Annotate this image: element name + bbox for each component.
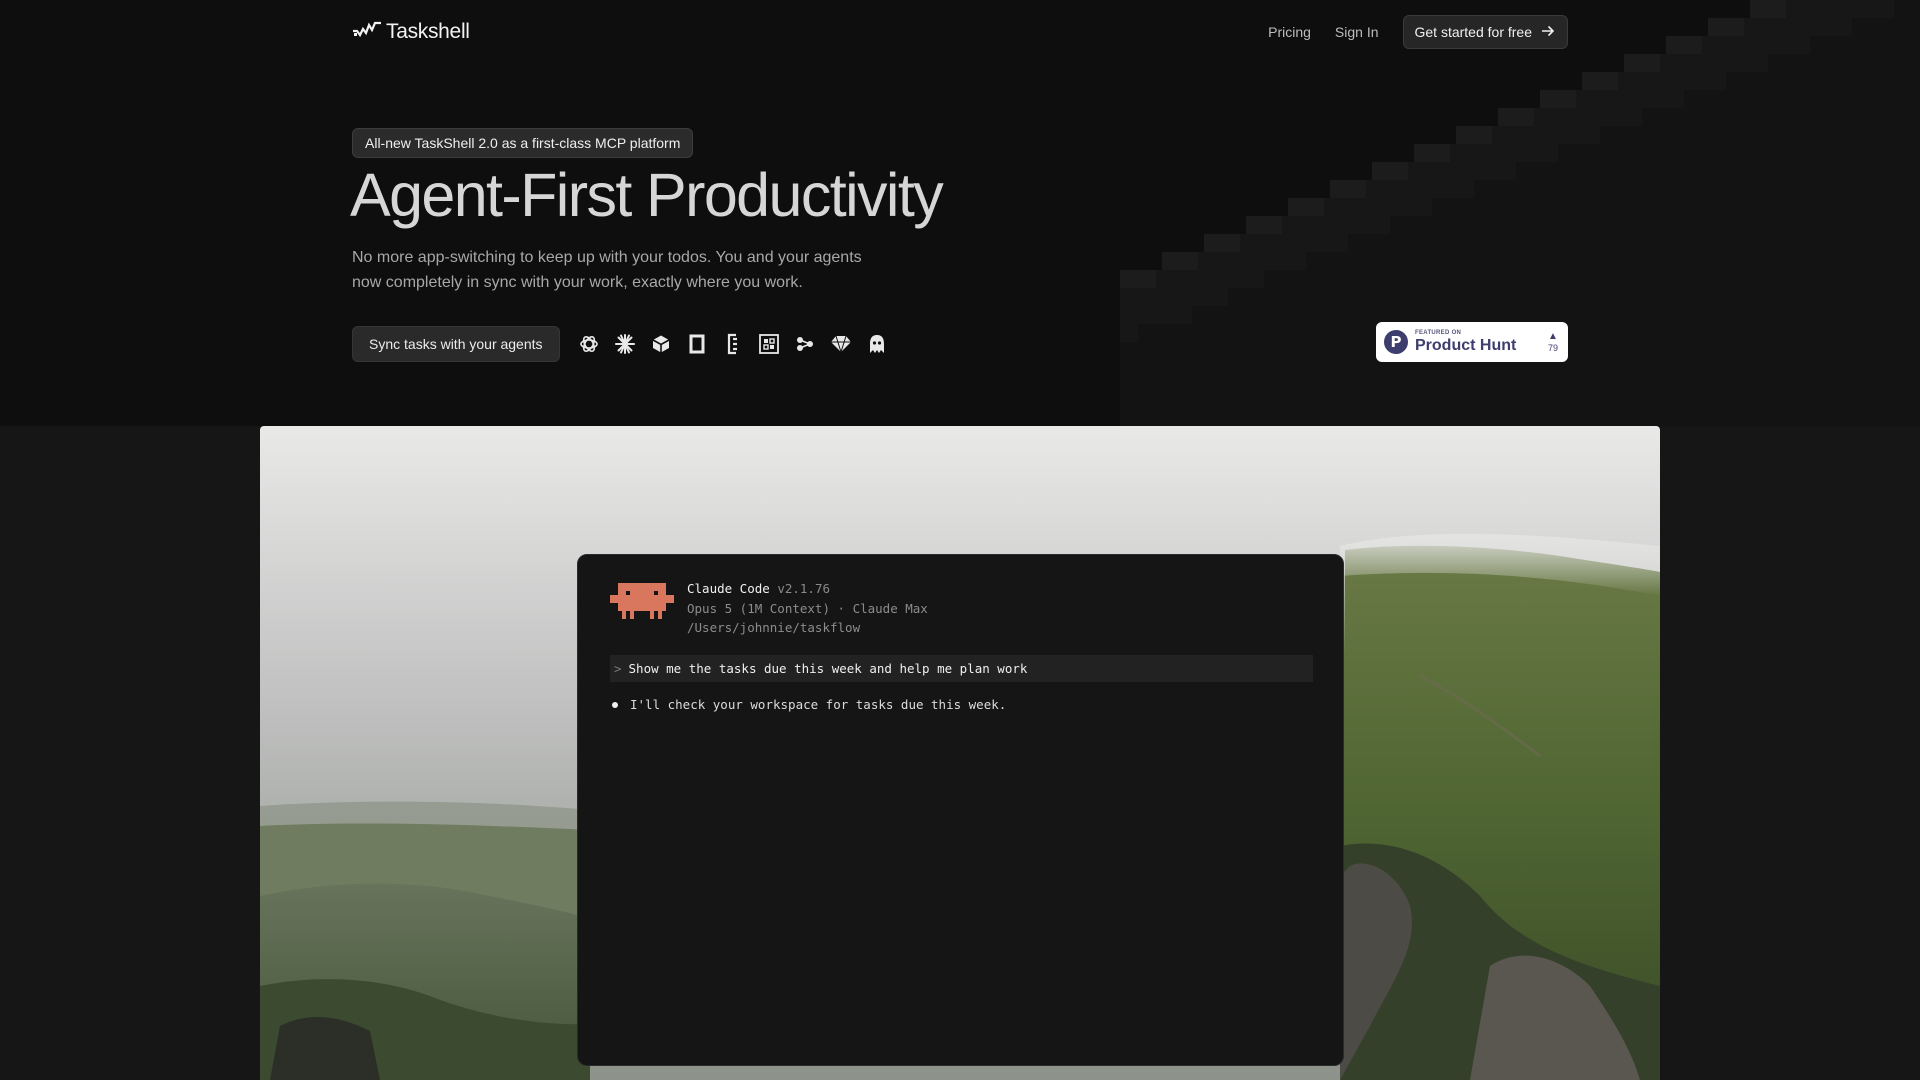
product-hunt-text: FEATURED ON Product Hunt [1415, 330, 1516, 354]
prompt-caret: > [614, 661, 622, 676]
product-hunt-logo: P [1384, 330, 1408, 354]
arrow-right-icon [1541, 24, 1555, 40]
nav-link-pricing[interactable]: Pricing [1268, 24, 1311, 40]
claude-mascot-icon [610, 583, 674, 619]
terminal-model: Opus 5 (1M Context) · Claude Max [687, 600, 928, 616]
product-hunt-featured: FEATURED ON [1415, 330, 1462, 336]
grid-icon[interactable] [758, 333, 780, 355]
square-icon[interactable] [686, 333, 708, 355]
terminal-meta: Claude Code v2.1.76 Opus 5 (1M Context) … [687, 579, 928, 638]
hero-subtitle: No more app-switching to keep up with yo… [352, 245, 912, 295]
product-hunt-name: Product Hunt [1415, 337, 1517, 354]
cube-icon[interactable] [650, 333, 672, 355]
prompt-text: Show me the tasks due this week and help… [628, 661, 1028, 676]
bracket-icon[interactable] [722, 333, 744, 355]
brand[interactable]: Taskshell [352, 20, 470, 44]
terminal-path: /Users/johnnie/taskflow [687, 620, 861, 635]
sync-tasks-button[interactable]: Sync tasks with your agents [352, 326, 560, 362]
announcement-badge-label: All-new TaskShell 2.0 as a first-class M… [365, 135, 681, 151]
diamond-icon[interactable] [830, 333, 852, 355]
terminal-prompt[interactable]: > Show me the tasks due this week and he… [610, 655, 1313, 682]
hero-subtitle-line: now completely in sync with your work, e… [352, 274, 803, 291]
get-started-button[interactable]: Get started for free [1402, 15, 1568, 49]
product-hunt-votes: ▲ 79 [1547, 330, 1558, 353]
nav-link-sign-in[interactable]: Sign In [1335, 24, 1379, 40]
reply-bullet-icon [612, 701, 618, 708]
ghost-icon[interactable] [866, 333, 888, 355]
terminal-reply: I'll check your workspace for tasks due … [610, 697, 1006, 712]
nav-actions: Pricing Sign In Get started for free [1268, 15, 1568, 49]
claude-icon[interactable] [614, 333, 636, 355]
terminal-header: Claude Code v2.1.76 Opus 5 (1M Context) … [610, 579, 928, 638]
check-wave-icon [352, 21, 382, 44]
reply-text: I'll check your workspace for tasks due … [630, 697, 1007, 712]
hero-title: Agent-First Productivity [350, 161, 944, 229]
brand-name: Taskshell [386, 20, 470, 43]
nodes-icon[interactable] [794, 333, 816, 355]
terminal-version: v2.1.76 [777, 581, 831, 596]
hero-section [0, 0, 1920, 426]
upvote-triangle-icon: ▲ [1548, 330, 1558, 342]
terminal-app-name: Claude Code [687, 581, 770, 596]
get-started-label: Get started for free [1414, 24, 1533, 40]
claude-code-terminal[interactable]: Claude Code v2.1.76 Opus 5 (1M Context) … [577, 554, 1344, 1066]
sync-tasks-label: Sync tasks with your agents [369, 336, 543, 352]
hero-subtitle-line: No more app-switching to keep up with yo… [352, 249, 862, 266]
pixel-art-background [1120, 0, 1920, 426]
openai-icon[interactable] [578, 333, 600, 355]
product-hunt-vote-count: 79 [1547, 342, 1558, 353]
top-nav: Taskshell Pricing Sign In Get started fo… [352, 14, 1568, 50]
terminal-app-line: Claude Code v2.1.76 [687, 579, 928, 599]
product-hunt-badge[interactable]: P FEATURED ON Product Hunt ▲ 79 [1376, 322, 1568, 362]
announcement-badge[interactable]: All-new TaskShell 2.0 as a first-class M… [352, 128, 694, 158]
agent-integrations [578, 332, 888, 356]
